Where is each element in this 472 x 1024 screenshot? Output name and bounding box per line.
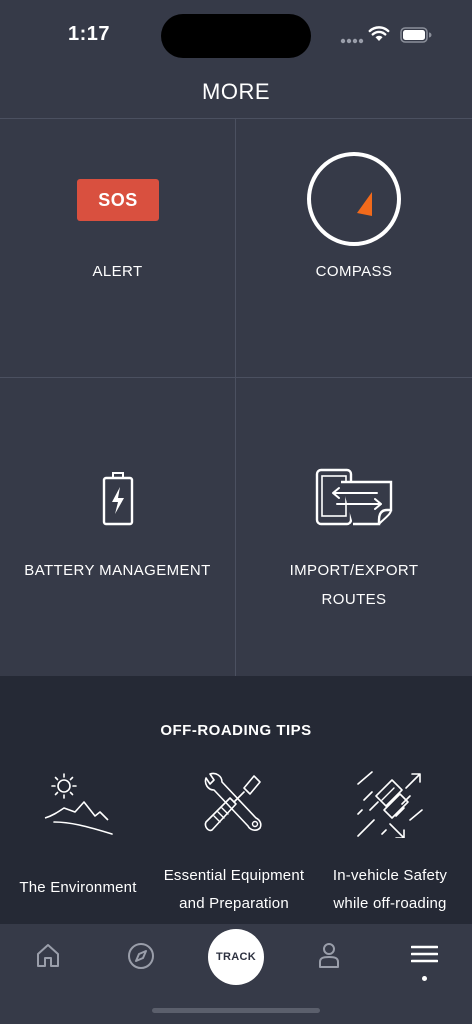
tip-in-vehicle-safety[interactable]: In-vehicle Safety while off-roading bbox=[312, 762, 472, 912]
track-button[interactable]: TRACK bbox=[208, 929, 264, 985]
tip-equipment-label-line1: Essential Equipment bbox=[163, 867, 305, 884]
compass-icon bbox=[307, 152, 401, 246]
tile-battery-management[interactable]: BATTERY MANAGEMENT bbox=[0, 378, 236, 676]
signal-icon bbox=[340, 38, 364, 44]
profile-icon[interactable] bbox=[317, 941, 341, 969]
tip-safety-label-line2: while off-roading bbox=[333, 895, 447, 912]
wifi-icon bbox=[368, 26, 390, 41]
page-title: MORE bbox=[202, 79, 270, 104]
home-icon[interactable] bbox=[35, 942, 61, 968]
tip-environment[interactable]: The Environment bbox=[0, 762, 156, 912]
tip-equipment-label-line2: and Preparation bbox=[179, 895, 289, 912]
landscape-icon bbox=[44, 773, 113, 835]
battery-status-icon bbox=[400, 27, 432, 43]
seatbelt-icon bbox=[357, 771, 423, 838]
menu-icon[interactable] bbox=[411, 944, 438, 964]
tile-import-export-label-line1: IMPORT/EXPORT bbox=[289, 562, 419, 579]
tools-icon bbox=[204, 772, 262, 832]
status-time: 1:17 bbox=[68, 23, 111, 45]
tile-alert[interactable]: ALERT bbox=[0, 118, 236, 378]
tab-bar: TRACK bbox=[0, 924, 472, 1024]
active-tab-indicator bbox=[422, 976, 427, 981]
tile-import-export-label-line2: ROUTES bbox=[321, 591, 387, 608]
dynamic-island bbox=[161, 14, 311, 58]
tile-alert-label: ALERT bbox=[92, 263, 143, 280]
sos-badge: SOS bbox=[77, 179, 159, 221]
off-roading-tips-section: OFF-ROADING TIPS The Environment Essenti… bbox=[0, 676, 472, 924]
tip-essential-equipment[interactable]: Essential Equipment and Preparation bbox=[156, 762, 312, 912]
compass-nav-icon[interactable] bbox=[127, 942, 155, 970]
tile-compass-label: COMPASS bbox=[315, 263, 393, 280]
tip-environment-label: The Environment bbox=[19, 879, 137, 896]
header: MORE bbox=[0, 70, 472, 119]
tips-title: OFF-ROADING TIPS bbox=[160, 722, 312, 739]
battery-charging-icon bbox=[102, 472, 134, 526]
home-indicator bbox=[152, 1008, 320, 1013]
tip-safety-label-line1: In-vehicle Safety bbox=[332, 867, 448, 884]
tile-battery-label: BATTERY MANAGEMENT bbox=[24, 562, 211, 579]
import-export-icon bbox=[315, 468, 393, 526]
status-bar: 1:17 bbox=[0, 0, 472, 70]
